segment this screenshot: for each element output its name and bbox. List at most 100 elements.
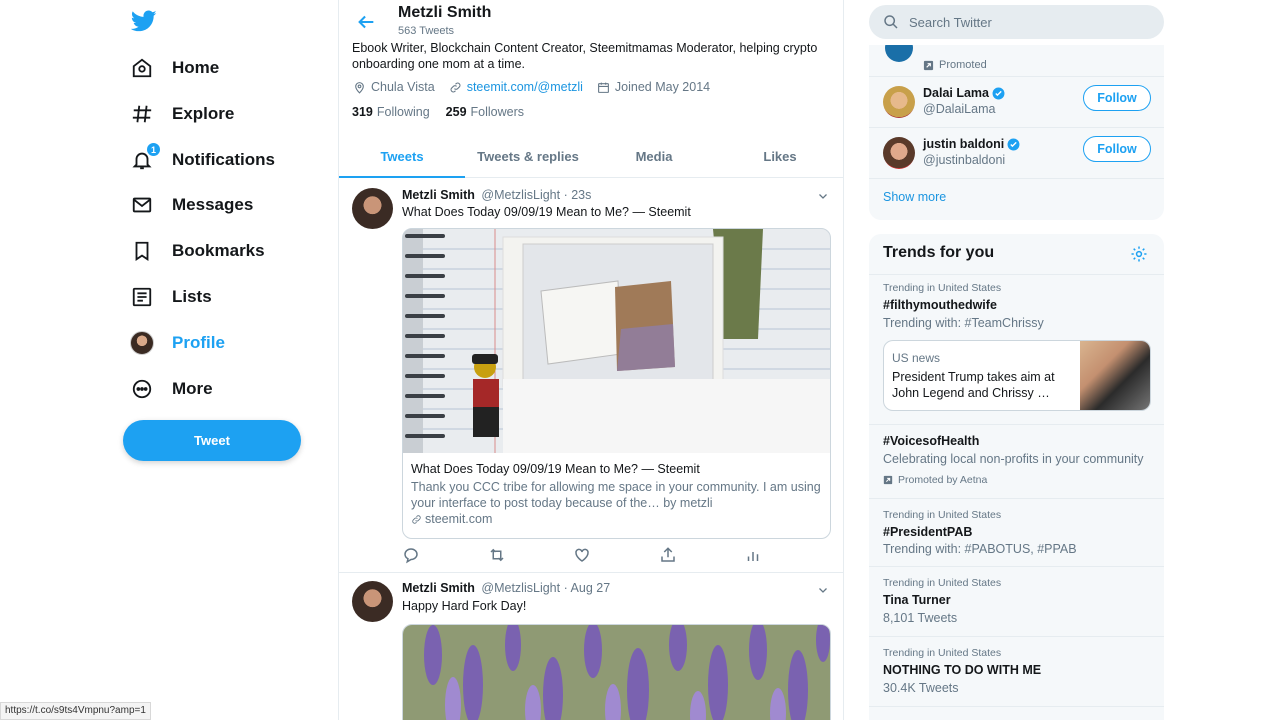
reply-icon[interactable] bbox=[402, 546, 420, 564]
trend-item[interactable]: #VoicesofHealth Celebrating local non-pr… bbox=[869, 425, 1164, 499]
follow-suggestion-row[interactable]: justin baldoni @justinbaldoni Follow bbox=[869, 128, 1164, 179]
tweet-text: Happy Hard Fork Day! bbox=[402, 599, 527, 613]
search-box[interactable] bbox=[869, 5, 1164, 39]
follow-suggestion-row[interactable]: Dalai Lama @DalaiLama Follow bbox=[869, 77, 1164, 128]
tab-likes[interactable]: Likes bbox=[717, 135, 843, 177]
promoted-by: Promoted by Aetna bbox=[883, 474, 987, 486]
news-card[interactable]: US news President Trump takes aim at Joh… bbox=[883, 340, 1151, 411]
account-handle: @DalaiLama bbox=[923, 102, 996, 116]
tab-media[interactable]: Media bbox=[591, 135, 717, 177]
nav-explore[interactable]: Explore bbox=[130, 99, 234, 129]
tweet-image[interactable] bbox=[402, 624, 831, 720]
card-domain-text: steemit.com bbox=[425, 512, 493, 526]
followers-link[interactable]: 259 Followers bbox=[446, 105, 524, 119]
bio-line: onboarding one mom at a time. bbox=[352, 57, 526, 71]
trend-item[interactable]: Trending in United States #filthymouthed… bbox=[869, 275, 1164, 425]
tweet-button[interactable]: Tweet bbox=[123, 420, 301, 461]
link-card[interactable]: What Does Today 09/09/19 Mean to Me? — S… bbox=[402, 228, 831, 539]
tab-tweets[interactable]: Tweets bbox=[339, 135, 465, 178]
twitter-bird-icon[interactable] bbox=[131, 8, 157, 34]
trends-panel: Trends for you Trending in United States… bbox=[869, 234, 1164, 720]
tweet-header: Metzli Smith @MetzlisLight · Aug 27 bbox=[402, 581, 610, 595]
nav-messages[interactable]: Messages bbox=[130, 190, 253, 220]
search-icon bbox=[884, 15, 898, 29]
gear-icon[interactable] bbox=[1130, 245, 1148, 263]
profile-name: Metzli Smith bbox=[398, 4, 492, 21]
home-icon bbox=[130, 56, 154, 80]
link-icon bbox=[412, 514, 421, 524]
tweet-timestamp[interactable]: · 23s bbox=[564, 188, 592, 202]
show-more-link[interactable]: Show more bbox=[883, 190, 946, 204]
link-icon bbox=[450, 82, 461, 92]
tweet[interactable]: Metzli Smith @MetzlisLight · Aug 27 Happ… bbox=[339, 573, 843, 720]
analytics-icon[interactable] bbox=[744, 546, 762, 564]
promoted-label: Promoted bbox=[923, 59, 987, 71]
trend-name: Tina Turner bbox=[883, 593, 951, 607]
promoted-icon bbox=[883, 475, 893, 485]
retweet-icon[interactable] bbox=[488, 546, 506, 564]
trend-subtext: Trending with: #TeamChrissy bbox=[883, 316, 1044, 330]
verified-badge-icon bbox=[992, 87, 1005, 99]
nav-profile[interactable]: Profile bbox=[130, 328, 225, 358]
profile-header-bar: Metzli Smith 563 Tweets bbox=[339, 0, 843, 42]
chevron-down-icon[interactable] bbox=[817, 584, 829, 596]
trend-context: Trending in United States bbox=[883, 282, 1002, 294]
trend-context: Trending in United States bbox=[883, 647, 1002, 659]
following-label: Following bbox=[376, 105, 430, 119]
trend-item[interactable]: Trending in United States Tina Turner 8,… bbox=[869, 567, 1164, 637]
nav-bookmarks[interactable]: Bookmarks bbox=[130, 236, 265, 266]
tweet-timestamp[interactable]: · Aug 27 bbox=[564, 581, 611, 595]
tweet-avatar[interactable] bbox=[352, 188, 393, 229]
nav-notifications-label: Notifications bbox=[172, 150, 275, 169]
chevron-down-icon[interactable] bbox=[817, 190, 829, 202]
account-name[interactable]: Dalai Lama bbox=[923, 86, 1005, 100]
share-icon[interactable] bbox=[659, 546, 677, 564]
location-text: Chula Vista bbox=[371, 80, 435, 94]
following-link[interactable]: 319 Following bbox=[352, 105, 430, 119]
nav-home-label: Home bbox=[172, 58, 220, 77]
account-name-text: justin baldoni bbox=[923, 137, 1005, 151]
nav-lists[interactable]: Lists bbox=[130, 282, 212, 312]
profile-timeline: Metzli Smith 563 Tweets Ebook Writer, Bl… bbox=[338, 0, 844, 720]
tab-tweets-replies[interactable]: Tweets & replies bbox=[465, 135, 591, 177]
news-thumbnail bbox=[1080, 341, 1150, 410]
back-arrow-icon[interactable] bbox=[355, 11, 377, 33]
notification-badge: 1 bbox=[147, 143, 160, 156]
twitter-app: Home Explore 1 Notifications Messages Bo… bbox=[0, 0, 1280, 720]
profile-bio: Ebook Writer, Blockchain Content Creator… bbox=[352, 40, 832, 72]
tweet-author-name[interactable]: Metzli Smith bbox=[402, 188, 475, 202]
left-sidebar: Home Explore 1 Notifications Messages Bo… bbox=[0, 0, 338, 720]
right-sidebar: Promoted Dalai Lama @DalaiLama Follow ju… bbox=[844, 0, 1280, 720]
location-pin-icon bbox=[355, 81, 364, 94]
card-title: What Does Today 09/09/19 Mean to Me? — S… bbox=[411, 462, 700, 476]
trend-item[interactable]: Trending in United States #PresidentPAB … bbox=[869, 499, 1164, 567]
follow-button[interactable]: Follow bbox=[1083, 136, 1151, 162]
nav-messages-label: Messages bbox=[172, 195, 254, 214]
profile-joined: Joined May 2014 bbox=[597, 80, 710, 94]
account-name[interactable]: justin baldoni bbox=[923, 137, 1020, 151]
avatar[interactable] bbox=[883, 86, 915, 118]
promoted-account-row[interactable]: Promoted bbox=[869, 45, 1164, 77]
like-icon[interactable] bbox=[573, 546, 591, 564]
nav-home[interactable]: Home bbox=[130, 53, 219, 83]
tweet-author-name[interactable]: Metzli Smith bbox=[402, 581, 475, 595]
trend-subtext: 8,101 Tweets bbox=[883, 611, 958, 625]
trend-item[interactable]: Trending in United States NOTHING TO DO … bbox=[869, 637, 1164, 707]
more-dots-icon bbox=[130, 377, 154, 401]
website-link[interactable]: steemit.com/@metzli bbox=[467, 80, 583, 94]
trend-name: #filthymouthedwife bbox=[883, 298, 997, 312]
nav-notifications[interactable]: 1 Notifications bbox=[130, 143, 275, 175]
avatar[interactable] bbox=[883, 137, 915, 169]
notebook-photo bbox=[403, 229, 830, 453]
profile-avatar bbox=[130, 331, 154, 355]
tweet[interactable]: Metzli Smith @MetzlisLight · 23s What Do… bbox=[339, 178, 843, 573]
tweet-avatar[interactable] bbox=[352, 581, 393, 622]
nav-more[interactable]: More bbox=[130, 374, 213, 404]
nav-profile-label: Profile bbox=[172, 333, 225, 352]
profile-meta: Chula Vista steemit.com/@metzli Joined M… bbox=[353, 80, 710, 94]
search-input[interactable] bbox=[909, 14, 1139, 30]
follow-button[interactable]: Follow bbox=[1083, 85, 1151, 111]
trend-name: #PresidentPAB bbox=[883, 525, 973, 539]
promoted-text: Promoted bbox=[939, 59, 987, 71]
news-category: US news bbox=[892, 351, 941, 365]
